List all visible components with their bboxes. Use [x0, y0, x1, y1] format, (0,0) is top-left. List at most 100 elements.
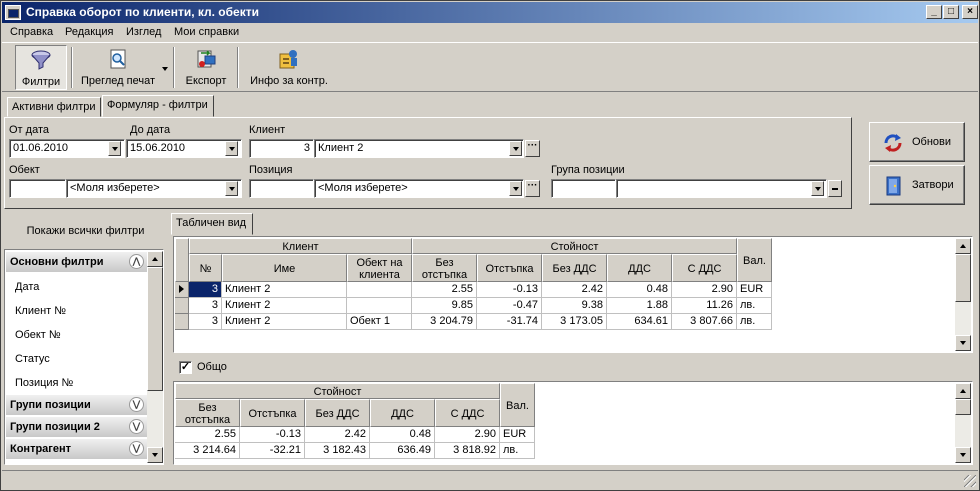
group-counterparty[interactable]: Контрагент ⋁	[6, 439, 148, 459]
filter-list-scrollbar[interactable]	[147, 251, 163, 463]
cell-name[interactable]: Клиент 2	[222, 282, 347, 298]
scroll-thumb[interactable]	[955, 254, 971, 302]
tab-table-view[interactable]: Табличен вид	[171, 213, 253, 235]
cell-vat[interactable]: 634.61	[607, 314, 672, 330]
filter-item-status[interactable]: Статус	[15, 353, 50, 365]
row-indicator[interactable]	[175, 314, 189, 330]
resize-grip-icon[interactable]	[964, 475, 976, 487]
cell-name[interactable]: Клиент 2	[222, 314, 347, 330]
total-no-discount[interactable]: 3 214.64	[175, 443, 240, 459]
client-name-combo[interactable]: Клиент 2	[314, 139, 524, 158]
chevron-down-icon[interactable]: ⋁	[129, 441, 144, 456]
group-dropdown-button[interactable]	[811, 181, 824, 196]
cell-no-discount[interactable]: 2.55	[412, 282, 477, 298]
chevron-down-icon[interactable]: ⋁	[129, 419, 144, 434]
cell-currency[interactable]: EUR	[737, 282, 772, 298]
cell-object[interactable]: Обект 1	[347, 314, 412, 330]
filter-item-client-no[interactable]: Клиент №	[15, 305, 66, 317]
close-form-button[interactable]: Затвори	[869, 165, 965, 205]
position-combo[interactable]: <Моля изберете>	[314, 179, 524, 198]
title-bar[interactable]: Справка оборот по клиенти, кл. обекти _ …	[2, 2, 978, 23]
chevron-down-icon[interactable]: ⋁	[129, 397, 144, 412]
group-position-groups[interactable]: Групи позиции ⋁	[6, 395, 148, 415]
cell-object[interactable]	[347, 282, 412, 298]
cell-discount[interactable]: -0.13	[477, 282, 542, 298]
tab-form-filters[interactable]: Формуляр - филтри	[102, 95, 214, 117]
cell-with-vat[interactable]: 11.26	[672, 298, 737, 314]
cell-no-discount[interactable]: 9.85	[412, 298, 477, 314]
cell-name[interactable]: Клиент 2	[222, 298, 347, 314]
cell-currency[interactable]: лв.	[737, 314, 772, 330]
client-browse-button[interactable]: ···	[525, 140, 540, 157]
total-currency[interactable]: лв.	[500, 443, 535, 459]
cell-with-vat[interactable]: 2.90	[672, 282, 737, 298]
grid-scrollbar[interactable]	[955, 238, 971, 351]
scroll-thumb[interactable]	[955, 399, 971, 415]
position-browse-button[interactable]: ···	[525, 180, 540, 197]
total-no-discount[interactable]: 2.55	[175, 427, 240, 443]
cell-no[interactable]: 3	[189, 282, 222, 298]
filters-button[interactable]: Филтри	[15, 45, 67, 90]
total-currency[interactable]: EUR	[500, 427, 535, 443]
cell-no[interactable]: 3	[189, 314, 222, 330]
print-preview-button[interactable]: Преглед печат	[77, 45, 159, 90]
menu-my-reports[interactable]: Мои справки	[174, 26, 239, 38]
scroll-down-button[interactable]	[955, 335, 971, 351]
main-data-grid[interactable]: Клиент Стойност № Име Обект на клиента Б…	[173, 236, 973, 353]
cell-vat[interactable]: 0.48	[607, 282, 672, 298]
row-indicator[interactable]	[175, 282, 189, 298]
refresh-button[interactable]: Обнови	[869, 122, 965, 162]
cell-discount[interactable]: -31.74	[477, 314, 542, 330]
scroll-up-button[interactable]	[955, 383, 971, 399]
print-preview-dropdown-arrow[interactable]	[162, 67, 168, 71]
client-code-field[interactable]: 3	[249, 139, 314, 158]
totals-grid[interactable]: Стойност Без отстъпка Отстъпка Без ДДС Д…	[173, 381, 973, 465]
cell-currency[interactable]: лв.	[737, 298, 772, 314]
object-code-field[interactable]	[9, 179, 66, 198]
filter-item-object-no[interactable]: Обект №	[15, 329, 61, 341]
cell-no-discount[interactable]: 3 204.79	[412, 314, 477, 330]
menu-view[interactable]: Изглед	[126, 26, 161, 38]
cell-no-vat[interactable]: 2.42	[542, 282, 607, 298]
filter-item-date[interactable]: Дата	[15, 281, 39, 293]
cell-no-vat[interactable]: 3 173.05	[542, 314, 607, 330]
scroll-down-button[interactable]	[955, 447, 971, 463]
menu-report[interactable]: Справка	[10, 26, 53, 38]
position-code-field[interactable]	[249, 179, 314, 198]
total-discount[interactable]: -0.13	[240, 427, 305, 443]
total-checkbox[interactable]: ✓	[179, 361, 192, 374]
total-no-vat[interactable]: 3 182.43	[305, 443, 370, 459]
show-all-filters-button[interactable]: Покажи всички филтри	[6, 214, 165, 246]
minimize-button[interactable]: _	[926, 5, 942, 19]
cell-with-vat[interactable]: 3 807.66	[672, 314, 737, 330]
totals-scrollbar[interactable]	[955, 383, 971, 463]
row-indicator[interactable]	[175, 298, 189, 314]
total-with-vat[interactable]: 2.90	[435, 427, 500, 443]
from-date-dropdown-button[interactable]	[108, 141, 121, 156]
object-dropdown-button[interactable]	[225, 181, 238, 196]
total-vat[interactable]: 0.48	[370, 427, 435, 443]
counterparty-info-button[interactable]: Инфо за контр.	[246, 45, 332, 90]
close-button[interactable]: ×	[962, 5, 978, 19]
scroll-up-button[interactable]	[147, 251, 163, 267]
to-date-dropdown-button[interactable]	[225, 141, 238, 156]
tab-active-filters[interactable]: Активни филтри	[7, 97, 101, 117]
chevron-up-icon[interactable]: ⋀	[129, 254, 144, 269]
total-discount[interactable]: -32.21	[240, 443, 305, 459]
group-code-field[interactable]	[551, 179, 616, 198]
cell-object[interactable]	[347, 298, 412, 314]
total-vat[interactable]: 636.49	[370, 443, 435, 459]
group-combo[interactable]	[616, 179, 827, 198]
export-button[interactable]: Експорт	[180, 45, 232, 90]
total-no-vat[interactable]: 2.42	[305, 427, 370, 443]
group-position-groups-2[interactable]: Групи позиции 2 ⋁	[6, 417, 148, 437]
scroll-thumb[interactable]	[147, 267, 163, 391]
filter-item-position-no[interactable]: Позиция №	[15, 377, 73, 389]
position-dropdown-button[interactable]	[509, 181, 522, 196]
app-icon[interactable]	[5, 5, 21, 20]
total-with-vat[interactable]: 3 818.92	[435, 443, 500, 459]
cell-discount[interactable]: -0.47	[477, 298, 542, 314]
scroll-up-button[interactable]	[955, 238, 971, 254]
maximize-button[interactable]: □	[943, 5, 959, 19]
scroll-down-button[interactable]	[147, 447, 163, 463]
